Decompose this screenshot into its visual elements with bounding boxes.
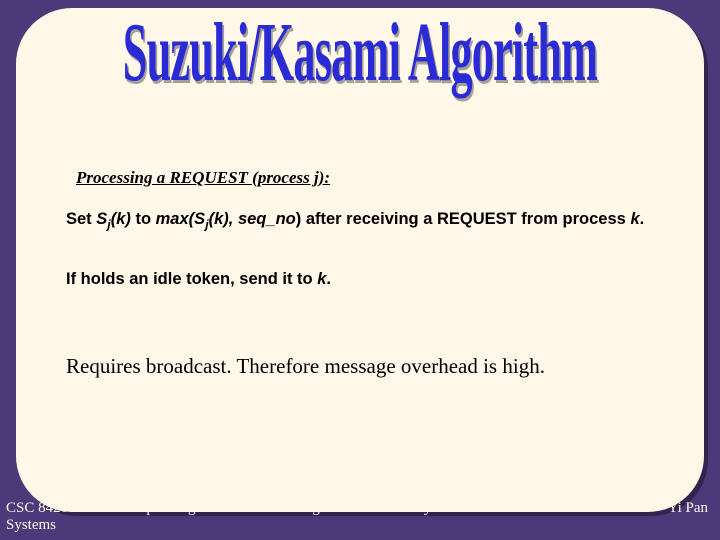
text: ) after receiving a REQUEST from process — [296, 210, 631, 228]
var-k: k — [630, 210, 639, 228]
slide-card: Suzuki/Kasami Algorithm Processing a REQ… — [16, 8, 704, 512]
section-heading: Processing a REQUEST (process j): — [76, 168, 330, 188]
var-S-arg: (k) — [111, 210, 131, 228]
var-S2: S — [194, 210, 205, 228]
var-S2-arg: (k), seq_no — [209, 210, 296, 228]
var-k: k — [317, 270, 326, 288]
text: . — [326, 270, 331, 288]
var-S: S — [96, 210, 107, 228]
footer-university: Georgia State University — [240, 500, 474, 534]
slide-footer: CSC 8420 Advanced Operating Systems Geor… — [0, 500, 720, 534]
body-paragraph-2: If holds an idle token, send it to k. — [66, 270, 666, 289]
text: . — [640, 210, 645, 228]
func-max: max( — [156, 210, 195, 228]
slide-title: Suzuki/Kasami Algorithm — [78, 4, 642, 100]
text: Set — [66, 210, 96, 228]
text: If holds an idle token, send it to — [66, 270, 317, 288]
body-paragraph-1: Set Sj(k) to max(Sj(k), seq_no) after re… — [66, 208, 666, 233]
conclusion-text: Requires broadcast. Therefore message ov… — [66, 354, 686, 379]
text: to — [131, 210, 156, 228]
footer-author: Yi Pan — [474, 500, 708, 534]
footer-course: CSC 8420 Advanced Operating Systems — [6, 500, 240, 534]
